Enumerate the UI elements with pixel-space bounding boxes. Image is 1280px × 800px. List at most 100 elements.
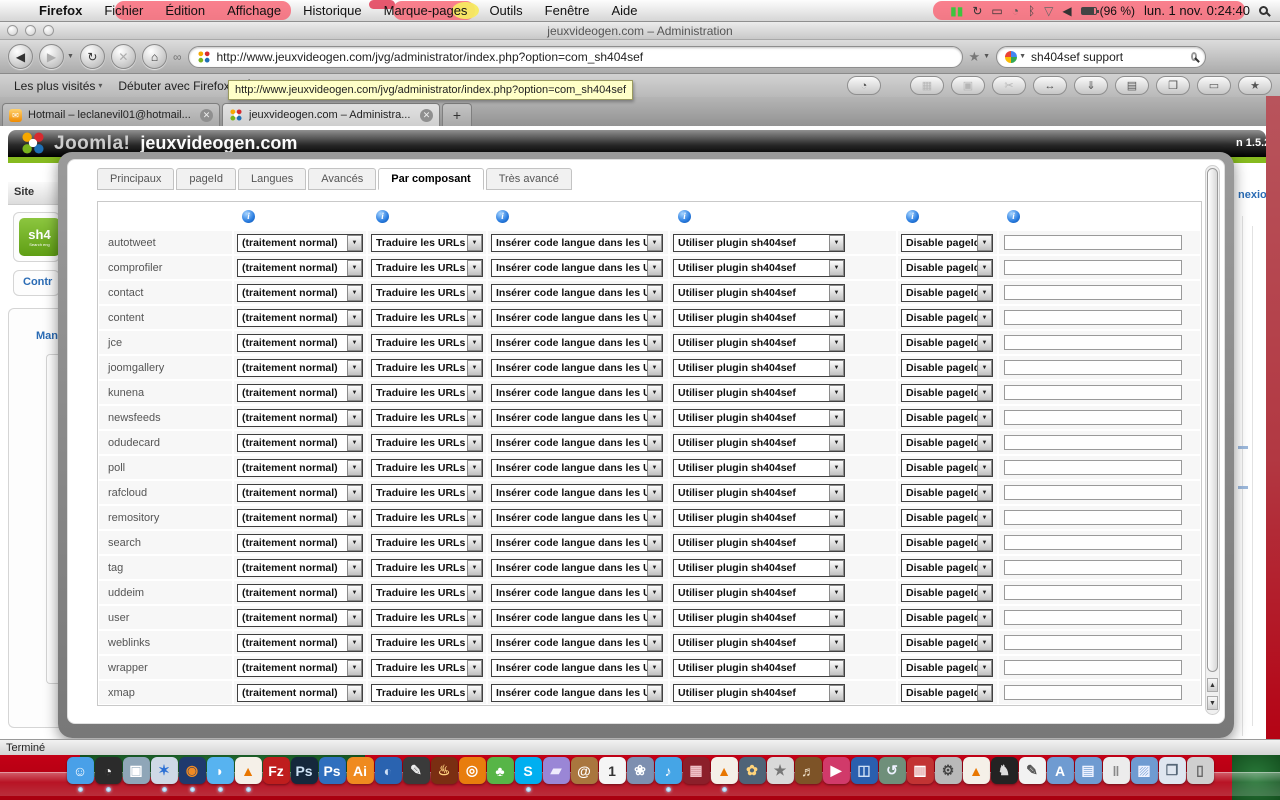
config-select-2[interactable]: Insérer code langue dans les URL▼ <box>491 659 663 677</box>
menu-item-affichage[interactable]: Affichage <box>216 0 292 22</box>
config-select-4[interactable]: Disable pageId▼ <box>901 384 993 402</box>
config-select-0[interactable]: (traitement normal)▼ <box>237 659 363 677</box>
config-select-1[interactable]: Traduire les URLs▼ <box>371 334 483 352</box>
config-select-3[interactable]: Utiliser plugin sh404sef▼ <box>673 609 845 627</box>
config-select-0[interactable]: (traitement normal)▼ <box>237 634 363 652</box>
joomla-menu-site[interactable]: Site <box>14 186 34 198</box>
new-tab-button[interactable]: + <box>442 103 472 126</box>
dock-icon-finder[interactable]: ☺ <box>67 757 94 784</box>
info-icon[interactable]: i <box>242 210 255 223</box>
dock-icon-illustrator[interactable]: Ai <box>347 757 374 784</box>
config-select-0[interactable]: (traitement normal)▼ <box>237 434 363 452</box>
custom-value-input[interactable] <box>1004 535 1182 550</box>
custom-value-input[interactable] <box>1004 560 1182 575</box>
config-select-3[interactable]: Utiliser plugin sh404sef▼ <box>673 459 845 477</box>
config-select-1[interactable]: Traduire les URLs▼ <box>371 234 483 252</box>
config-select-1[interactable]: Traduire les URLs▼ <box>371 634 483 652</box>
custom-value-input[interactable] <box>1004 335 1182 350</box>
menu-item-fen-tre[interactable]: Fenêtre <box>534 0 601 22</box>
quick-bookmark-icon[interactable]: ∞ <box>173 50 182 64</box>
time-machine-menu-icon[interactable]: ◔ <box>1012 0 1019 22</box>
custom-value-input[interactable] <box>1004 660 1182 675</box>
dock-icon-skype[interactable]: S <box>515 757 542 784</box>
dock-icon-trash[interactable]: ▯ <box>1187 757 1214 784</box>
config-select-2[interactable]: Insérer code langue dans les URL▼ <box>491 509 663 527</box>
config-select-3[interactable]: Utiliser plugin sh404sef▼ <box>673 384 845 402</box>
config-select-0[interactable]: (traitement normal)▼ <box>237 459 363 477</box>
dialog-tab-principaux[interactable]: Principaux <box>97 168 174 190</box>
url-bar[interactable] <box>188 46 963 68</box>
dialog-tab-pageid[interactable]: pageId <box>176 168 236 190</box>
dock-icon-photoshop-2[interactable]: Ps <box>319 757 346 784</box>
config-select-0[interactable]: (traitement normal)▼ <box>237 684 363 702</box>
config-select-3[interactable]: Utiliser plugin sh404sef▼ <box>673 284 845 302</box>
dock-icon-mail-photo[interactable]: ❀ <box>627 757 654 784</box>
dock-icon-filezilla[interactable]: Fz <box>263 757 290 784</box>
config-select-3[interactable]: Utiliser plugin sh404sef▼ <box>673 509 845 527</box>
dock-icon-blender[interactable]: ◎ <box>459 757 486 784</box>
config-select-4[interactable]: Disable pageId▼ <box>901 234 993 252</box>
config-select-1[interactable]: Traduire les URLs▼ <box>371 384 483 402</box>
config-select-1[interactable]: Traduire les URLs▼ <box>371 684 483 702</box>
config-select-1[interactable]: Traduire les URLs▼ <box>371 359 483 377</box>
dock-icon-folder-purple[interactable]: ▰ <box>543 757 570 784</box>
config-select-2[interactable]: Insérer code langue dans les URL▼ <box>491 684 663 702</box>
bookmark-star-icon[interactable]: ★ <box>969 49 981 65</box>
config-select-0[interactable]: (traitement normal)▼ <box>237 234 363 252</box>
dock-icon-windows-app[interactable]: ❐ <box>1159 757 1186 784</box>
dialog-tab-par-composant[interactable]: Par composant <box>378 168 483 190</box>
info-icon[interactable]: i <box>678 210 691 223</box>
dock-icon-vlc-3[interactable]: ▲ <box>963 757 990 784</box>
dock-icon-groups-app[interactable]: ♣ <box>487 757 514 784</box>
browser-tab-jeuxvideogen[interactable]: jeuxvideogen.com – Administra...✕ <box>222 103 440 126</box>
config-select-0[interactable]: (traitement normal)▼ <box>237 609 363 627</box>
dock-icon-preview[interactable]: ▣ <box>123 757 150 784</box>
config-select-2[interactable]: Insérer code langue dans les URL▼ <box>491 284 663 302</box>
dock-icon-photoshop-1[interactable]: Ps <box>291 757 318 784</box>
config-select-0[interactable]: (traitement normal)▼ <box>237 359 363 377</box>
config-select-0[interactable]: (traitement normal)▼ <box>237 584 363 602</box>
dock-icon-browser-globe[interactable]: ◐ <box>375 757 402 784</box>
dialog-tab-avanc-s[interactable]: Avancés <box>308 168 376 190</box>
custom-value-input[interactable] <box>1004 260 1182 275</box>
config-select-0[interactable]: (traitement normal)▼ <box>237 334 363 352</box>
config-select-2[interactable]: Insérer code langue dans les URL▼ <box>491 559 663 577</box>
config-select-3[interactable]: Utiliser plugin sh404sef▼ <box>673 684 845 702</box>
bookmark-star-dropdown-icon[interactable]: ▼ <box>983 53 990 60</box>
config-select-3[interactable]: Utiliser plugin sh404sef▼ <box>673 409 845 427</box>
spotlight-icon[interactable] <box>1259 6 1268 15</box>
volume-icon[interactable]: ◀ <box>1062 0 1071 22</box>
dock-icon-white-box-app[interactable]: ‖ <box>1103 757 1130 784</box>
config-select-0[interactable]: (traitement normal)▼ <box>237 559 363 577</box>
menu-item-firefox[interactable]: Firefox <box>28 0 93 22</box>
forward-button[interactable]: ▶ <box>39 44 64 69</box>
config-select-0[interactable]: (traitement normal)▼ <box>237 509 363 527</box>
config-select-4[interactable]: Disable pageId▼ <box>901 334 993 352</box>
config-select-4[interactable]: Disable pageId▼ <box>901 409 993 427</box>
config-select-1[interactable]: Traduire les URLs▼ <box>371 509 483 527</box>
custom-value-input[interactable] <box>1004 485 1182 500</box>
search-input[interactable] <box>1031 50 1186 64</box>
config-select-3[interactable]: Utiliser plugin sh404sef▼ <box>673 359 845 377</box>
dock-icon-screen-app[interactable]: ◫ <box>851 757 878 784</box>
config-select-0[interactable]: (traitement normal)▼ <box>237 484 363 502</box>
config-select-4[interactable]: Disable pageId▼ <box>901 609 993 627</box>
bookmark-item-les-plus-visit-s[interactable]: Les plus visités▾ <box>6 79 110 93</box>
custom-value-input[interactable] <box>1004 685 1182 700</box>
dock-icon-media-app[interactable]: ▶ <box>823 757 850 784</box>
custom-value-input[interactable] <box>1004 285 1182 300</box>
info-icon[interactable]: i <box>906 210 919 223</box>
dock-icon-time-machine[interactable]: ↺ <box>879 757 906 784</box>
search-go-icon[interactable] <box>1191 52 1197 61</box>
dock-icon-system-prefs[interactable]: ⚙ <box>935 757 962 784</box>
info-icon[interactable]: i <box>496 210 509 223</box>
new-tab-button[interactable]: ▭ <box>1197 76 1231 95</box>
config-select-0[interactable]: (traitement normal)▼ <box>237 384 363 402</box>
menu-item-marque-pages[interactable]: Marque-pages <box>373 0 479 22</box>
custom-value-input[interactable] <box>1004 310 1182 325</box>
fullscreen-button[interactable]: ↔ <box>1033 76 1067 95</box>
dock-icon-game-figure[interactable]: ♞ <box>991 757 1018 784</box>
dock-icon-star-app[interactable]: ★ <box>767 757 794 784</box>
config-select-1[interactable]: Traduire les URLs▼ <box>371 434 483 452</box>
config-select-4[interactable]: Disable pageId▼ <box>901 434 993 452</box>
